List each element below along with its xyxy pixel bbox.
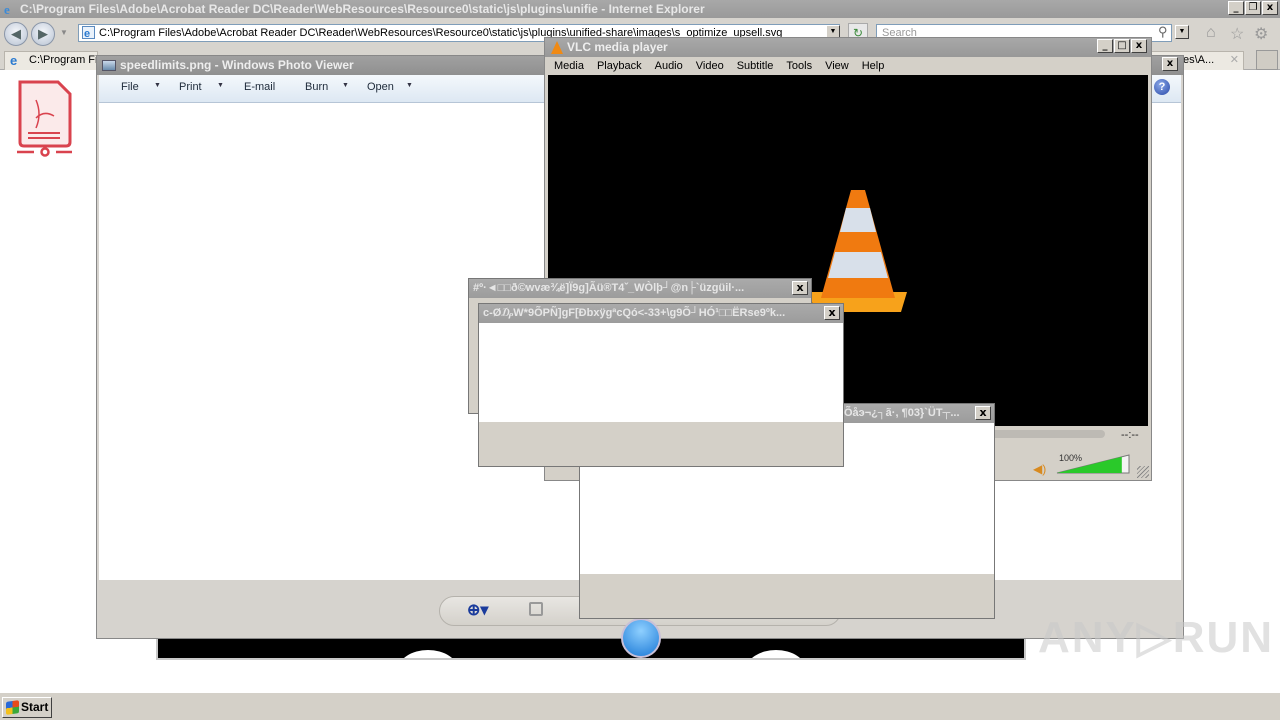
vlc-time: --:--	[1121, 429, 1139, 441]
menu-burn[interactable]: Burn	[305, 81, 328, 93]
dialog-close-button[interactable]: x	[792, 281, 808, 295]
forward-button[interactable]: ▶	[31, 22, 55, 46]
vlc-minimize-button[interactable]: _	[1097, 39, 1113, 53]
taskbar: Start	[0, 692, 1280, 720]
image-file-icon	[102, 60, 116, 71]
pdf-document-icon	[17, 80, 72, 157]
resize-grip[interactable]	[1137, 466, 1149, 478]
volume-label: 100%	[1059, 453, 1083, 463]
vlc-cone-icon	[809, 190, 907, 312]
photo-viewer-title: speedlimits.png - Windows Photo Viewer	[120, 58, 354, 72]
vlc-logo-icon	[551, 41, 563, 54]
vlc-menu-view[interactable]: View	[825, 57, 849, 75]
vlc-menu-video[interactable]: Video	[696, 57, 724, 75]
menu-print[interactable]: Print	[179, 81, 202, 93]
dialog-close-button[interactable]: x	[824, 306, 840, 320]
vlc-seek-bar[interactable]	[985, 430, 1105, 438]
ie-logo-icon: e	[4, 2, 10, 16]
vlc-menu-subtitle[interactable]: Subtitle	[737, 57, 774, 75]
vlc-menu-audio[interactable]: Audio	[655, 57, 683, 75]
vlc-menu-help[interactable]: Help	[862, 57, 885, 75]
vlc-menu-tools[interactable]: Tools	[786, 57, 812, 75]
back-button[interactable]: ◀	[4, 22, 28, 46]
open-dropdown-icon[interactable]: ▼	[406, 82, 413, 89]
pv-window-buttons: x	[1162, 57, 1178, 71]
history-dropdown-icon[interactable]: ▼	[60, 28, 68, 37]
dialog-title: #º·◄□□ð©wvæ¾ë]Ï9g]Ãü®T4ˇ_WÒlþ┘@n├`üzgüil…	[469, 279, 811, 298]
search-icon[interactable]: ⚲	[1158, 24, 1168, 40]
burn-dropdown-icon[interactable]: ▼	[342, 82, 349, 89]
ie-tab-1[interactable]: e C:\Program Fil	[4, 51, 98, 70]
slideshow-button[interactable]	[621, 618, 661, 658]
vlc-menu-bar: Media Playback Audio Video Subtitle Tool…	[545, 57, 1151, 75]
ie-window-title: C:\Program Files\Adobe\Acrobat Reader DC…	[20, 2, 705, 16]
ie-tab-label: es\A...	[1183, 54, 1215, 66]
speaker-icon[interactable]: ◀)	[1033, 462, 1046, 476]
pv-close-button[interactable]: x	[1162, 57, 1178, 71]
dialog-body	[479, 323, 843, 422]
vlc-menu-media[interactable]: Media	[554, 57, 584, 75]
dialog-title: c-Ø₯W*9ÕPÑ]gF[ÐbxÿgªcQó<-33+\g9Õ┘HÓ¹□□ËR…	[479, 304, 843, 323]
svg-text:e: e	[4, 2, 10, 16]
ie-tab-label: C:\Program Fil	[29, 54, 98, 66]
actual-size-icon[interactable]	[529, 602, 543, 616]
page-icon: e	[82, 26, 95, 39]
new-tab-button[interactable]	[1256, 50, 1278, 70]
image-shape	[746, 650, 806, 658]
favorites-star-icon[interactable]: ☆	[1230, 24, 1244, 44]
dialog-close-button[interactable]: x	[975, 406, 991, 420]
menu-email[interactable]: E-mail	[244, 81, 275, 93]
tab-close-icon[interactable]: ✕	[1230, 52, 1239, 69]
vlc-title: VLC media player	[567, 40, 668, 54]
start-button[interactable]: Start	[2, 697, 52, 718]
vlc-menu-playback[interactable]: Playback	[597, 57, 642, 75]
home-icon[interactable]: ⌂	[1206, 24, 1216, 42]
ie-restore-button[interactable]: ❐	[1245, 1, 1261, 15]
vlc-maximize-button[interactable]: □	[1114, 39, 1130, 53]
start-label: Start	[21, 700, 49, 714]
file-dropdown-icon[interactable]: ▼	[154, 82, 161, 89]
garbled-dialog-2: c-Ø₯W*9ÕPÑ]gF[ÐbxÿgªcQó<-33+\g9Õ┘HÓ¹□□ËR…	[478, 303, 844, 467]
ie-minimize-button[interactable]: _	[1228, 1, 1244, 15]
ie-title-bar: e C:\Program Files\Adobe\Acrobat Reader …	[0, 0, 1280, 18]
ie-tab-icon: e	[10, 53, 18, 68]
vlc-close-button[interactable]: x	[1131, 39, 1147, 53]
menu-file[interactable]: File	[121, 81, 139, 93]
vlc-title-bar: VLC media player _ □ x	[545, 38, 1151, 57]
help-icon[interactable]: ?	[1154, 79, 1170, 95]
svg-text:e: e	[84, 28, 90, 39]
image-shape	[398, 650, 458, 658]
windows-logo-icon	[6, 700, 19, 715]
anyrun-watermark: ANY▷RUN	[1038, 613, 1275, 662]
print-dropdown-icon[interactable]: ▼	[217, 82, 224, 89]
gear-icon[interactable]: ⚙	[1254, 24, 1268, 44]
ie-close-button[interactable]: x	[1262, 1, 1278, 15]
zoom-icon[interactable]: ⊕▾	[467, 600, 488, 620]
search-dropdown-button[interactable]: ▼	[1175, 25, 1189, 39]
menu-open[interactable]: Open	[367, 81, 394, 93]
background-image-strip	[156, 636, 1026, 660]
